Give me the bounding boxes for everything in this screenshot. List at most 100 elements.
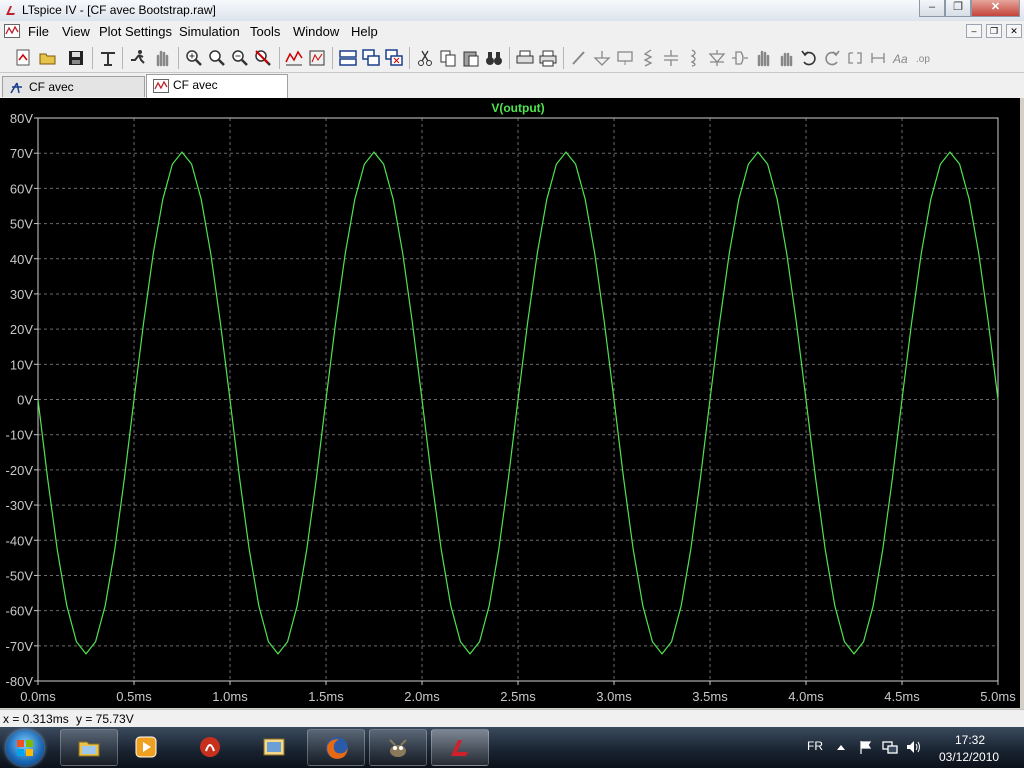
taskbar-app[interactable] bbox=[184, 729, 236, 766]
menu-tools[interactable]: Tools bbox=[250, 24, 280, 39]
cut-icon[interactable] bbox=[415, 48, 435, 68]
explorer-icon bbox=[78, 741, 100, 757]
mdi-restore-button[interactable]: ❐ bbox=[986, 24, 1002, 38]
capacitor-icon[interactable] bbox=[661, 48, 681, 68]
start-button[interactable] bbox=[6, 730, 44, 766]
svg-text:.op: .op bbox=[916, 54, 930, 65]
zoom-cancel-icon[interactable] bbox=[253, 48, 273, 68]
y-tick-label: -60V bbox=[6, 604, 34, 619]
y-tick-label: 10V bbox=[10, 357, 33, 372]
rotate-icon[interactable] bbox=[845, 48, 865, 68]
paste-icon[interactable] bbox=[461, 48, 481, 68]
print-icon[interactable] bbox=[538, 48, 558, 68]
copy-icon[interactable] bbox=[438, 48, 458, 68]
resistor-icon[interactable] bbox=[638, 48, 658, 68]
undo-icon[interactable] bbox=[799, 48, 819, 68]
taskbar-file-manager[interactable] bbox=[248, 729, 300, 766]
volume-icon[interactable] bbox=[905, 739, 923, 755]
spice-directive-icon[interactable]: .op bbox=[914, 48, 934, 68]
file-manager-icon bbox=[263, 738, 285, 756]
y-tick-label: 70V bbox=[10, 146, 33, 161]
control-panel-icon[interactable] bbox=[98, 48, 118, 68]
wire-icon[interactable] bbox=[569, 48, 589, 68]
x-tick-label: 0.0ms bbox=[20, 689, 56, 704]
y-tick-label: 60V bbox=[10, 181, 33, 196]
inductor-icon[interactable] bbox=[684, 48, 704, 68]
close-window-icon[interactable] bbox=[384, 48, 404, 68]
save-icon[interactable] bbox=[66, 48, 86, 68]
waveform-document-icon[interactable] bbox=[4, 24, 20, 38]
label-icon[interactable] bbox=[615, 48, 635, 68]
svg-text:Aa: Aa bbox=[892, 52, 908, 66]
taskbar: FR 17:32 03/12/2010 bbox=[0, 727, 1024, 768]
action-center-flag-icon[interactable] bbox=[858, 739, 874, 755]
diode-icon[interactable] bbox=[707, 48, 727, 68]
menu-help[interactable]: Help bbox=[351, 24, 378, 39]
app-icon bbox=[200, 737, 220, 757]
language-indicator[interactable]: FR bbox=[807, 739, 823, 753]
taskbar-firefox[interactable] bbox=[307, 729, 365, 766]
menu-simulation[interactable]: Simulation bbox=[179, 24, 240, 39]
y-tick-label: -80V bbox=[6, 674, 34, 689]
trace-name[interactable]: V(output) bbox=[491, 101, 544, 115]
drag-icon[interactable] bbox=[776, 48, 796, 68]
taskbar-explorer[interactable] bbox=[60, 729, 118, 766]
cursor-y-readout: y = 75.73V bbox=[76, 712, 134, 726]
zoom-in-icon[interactable] bbox=[184, 48, 204, 68]
waveform-viewer[interactable]: 80V 70V 60V 50V 40V 30V 20V 10V 0V -10V -20V -30V -4… bbox=[0, 98, 1020, 708]
find-icon[interactable] bbox=[484, 48, 504, 68]
ground-icon[interactable] bbox=[592, 48, 612, 68]
y-tick-label: 40V bbox=[10, 252, 33, 267]
open-icon[interactable] bbox=[38, 48, 58, 68]
menu-plot-settings[interactable]: Plot Settings bbox=[99, 24, 172, 39]
redo-icon[interactable] bbox=[822, 48, 842, 68]
x-tick-label: 5.0ms bbox=[980, 689, 1016, 704]
zoom-fit-icon[interactable] bbox=[307, 48, 327, 68]
menu-file[interactable]: File bbox=[28, 24, 49, 39]
autorange-icon[interactable] bbox=[284, 48, 304, 68]
run-icon[interactable] bbox=[128, 48, 148, 68]
maximize-button[interactable]: ❐ bbox=[945, 0, 971, 17]
clock-time[interactable]: 17:32 bbox=[955, 733, 985, 747]
text-icon[interactable]: Aa bbox=[891, 48, 911, 68]
status-bar: x = 0.313ms y = 75.73V bbox=[0, 709, 1024, 728]
component-icon[interactable] bbox=[730, 48, 750, 68]
clock-date[interactable]: 03/12/2010 bbox=[939, 750, 999, 764]
tile-horizontal-icon[interactable] bbox=[338, 48, 358, 68]
taskbar-ltspice[interactable] bbox=[431, 729, 489, 766]
close-button[interactable]: ✕ bbox=[971, 0, 1020, 17]
ltspice-icon bbox=[451, 740, 468, 756]
x-tick-label: 2.5ms bbox=[500, 689, 536, 704]
y-tick-label: -50V bbox=[6, 568, 34, 583]
x-tick-label: 4.5ms bbox=[884, 689, 920, 704]
mdi-minimize-button[interactable]: – bbox=[966, 24, 982, 38]
x-tick-label: 3.0ms bbox=[596, 689, 632, 704]
network-icon[interactable] bbox=[882, 739, 898, 755]
taskbar-media-player[interactable] bbox=[120, 729, 172, 766]
menu-view[interactable]: View bbox=[62, 24, 90, 39]
menu-window[interactable]: Window bbox=[293, 24, 339, 39]
print-setup-icon[interactable] bbox=[515, 48, 535, 68]
move-icon[interactable] bbox=[753, 48, 773, 68]
toolbar: Aa .op bbox=[0, 42, 1024, 73]
show-hidden-icons-icon[interactable] bbox=[836, 743, 846, 751]
tab-schematic[interactable]: CF avec Bootstrap.asc bbox=[2, 76, 145, 115]
firefox-icon bbox=[326, 737, 348, 759]
waveform-plot[interactable]: 80V 70V 60V 50V 40V 30V 20V 10V 0V -10V -20V -30V -4… bbox=[0, 98, 1020, 708]
cascade-icon[interactable] bbox=[361, 48, 381, 68]
zoom-box-icon[interactable] bbox=[207, 48, 227, 68]
zoom-out-icon[interactable] bbox=[230, 48, 250, 68]
mdi-close-button[interactable]: ✕ bbox=[1006, 24, 1022, 38]
new-schematic-icon[interactable] bbox=[14, 48, 34, 68]
y-axis: 80V 70V 60V 50V 40V 30V 20V 10V 0V -10V -20V -30V -4… bbox=[6, 111, 38, 689]
x-tick-label: 0.5ms bbox=[116, 689, 152, 704]
pan-icon[interactable] bbox=[152, 48, 172, 68]
minimize-button[interactable]: – bbox=[919, 0, 945, 17]
x-tick-label: 2.0ms bbox=[404, 689, 440, 704]
gimp-icon bbox=[389, 739, 407, 757]
tab-waveform[interactable]: CF avec Bootstrap.raw bbox=[146, 74, 288, 113]
mirror-icon[interactable] bbox=[868, 48, 888, 68]
x-tick-label: 1.0ms bbox=[212, 689, 248, 704]
taskbar-gimp[interactable] bbox=[369, 729, 427, 766]
y-tick-label: 50V bbox=[10, 217, 33, 232]
